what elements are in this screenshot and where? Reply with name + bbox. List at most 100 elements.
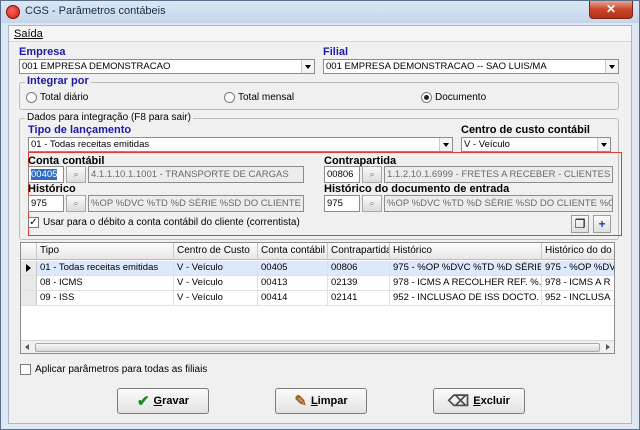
tipo-combo[interactable]: 01 - Todas receitas emitidas	[28, 137, 453, 152]
binoculars-icon: ⌕	[369, 169, 375, 179]
binoculars-icon: ⌕	[73, 198, 79, 208]
limpar-button[interactable]: ✎ Limpar	[275, 388, 367, 414]
copy-icon: ❐	[574, 217, 586, 231]
radio-documento[interactable]	[421, 92, 432, 103]
copy-button[interactable]: ❐	[571, 215, 589, 233]
table-cell: V - Veículo	[174, 261, 258, 276]
table-row[interactable]: 08 - ICMS V - Veículo 00413 02139 978 - …	[21, 276, 614, 291]
usar-debito-checkbox[interactable]: ✓	[28, 217, 39, 228]
contrapartida-search-button[interactable]: ⌕	[362, 166, 382, 183]
app-logo-icon	[6, 5, 20, 19]
conta-code-input[interactable]: 00405	[28, 166, 64, 183]
binoculars-icon: ⌕	[73, 169, 79, 179]
parameters-grid[interactable]: Tipo Centro de Custo Conta contábil Cont…	[20, 242, 615, 354]
historico-doc-code-input[interactable]: 975	[324, 195, 360, 212]
empresa-combo[interactable]: 001 EMPRESA DEMONSTRACAO	[19, 59, 315, 74]
table-row[interactable]: 01 - Todas receitas emitidas V - Veículo…	[21, 261, 614, 276]
broom-icon: ✎	[294, 393, 307, 410]
integrar-por-title: Integrar por	[25, 75, 91, 87]
contrapartida-desc: 1.1.2.10.1.6999 - FRETES A RECEBER - CLI…	[384, 166, 613, 183]
radio-documento-label: Documento	[435, 92, 487, 103]
radio-total-mensal[interactable]	[224, 92, 235, 103]
grid-indicator-header	[21, 243, 37, 260]
contrapartida-code-input[interactable]: 00806	[324, 166, 360, 183]
window-title: CGS - Parâmetros contábeis	[25, 5, 166, 17]
table-cell: 02141	[328, 291, 390, 306]
gravar-button[interactable]: ✔ Gravar	[117, 388, 209, 414]
dados-title: Dados para integração (F8 para sair)	[25, 112, 193, 123]
conta-search-button[interactable]: ⌕	[66, 166, 86, 183]
radio-total-diario-label: Total diário	[40, 92, 89, 103]
table-cell: 02139	[328, 276, 390, 291]
historico-doc-search-button[interactable]: ⌕	[362, 195, 382, 212]
column-header[interactable]: Tipo	[37, 243, 174, 260]
excluir-button[interactable]: ⌫ Excluir	[433, 388, 525, 414]
chevron-down-icon[interactable]	[439, 138, 452, 151]
filial-label: Filial	[323, 46, 349, 58]
radio-total-mensal-label: Total mensal	[238, 92, 295, 103]
aplicar-checkbox[interactable]	[20, 364, 31, 375]
menu-saida[interactable]: Saída	[14, 28, 43, 40]
add-icon: +	[598, 217, 606, 231]
historico-doc-label: Histórico do documento de entrada	[324, 183, 510, 195]
gravar-label: Gravar	[153, 395, 190, 407]
table-cell: 08 - ICMS	[37, 276, 174, 291]
centro-combo[interactable]: V - Veículo	[461, 137, 611, 152]
table-row[interactable]: 09 - ISS V - Veículo 00414 02141 952 - I…	[21, 291, 614, 306]
table-cell: 978 - ICMS A RECOLHER REF. %...	[390, 276, 542, 291]
column-header[interactable]: Histórico do do	[542, 243, 614, 260]
table-cell: 01 - Todas receitas emitidas	[37, 261, 174, 276]
close-button[interactable]: ✕	[589, 1, 633, 19]
column-header[interactable]: Histórico	[390, 243, 542, 260]
historico-desc: %OP %DVC %TD %D SÉRIE %SD DO CLIENTE %CF	[88, 195, 304, 212]
chevron-down-icon[interactable]	[301, 60, 314, 73]
grid-header: Tipo Centro de Custo Conta contábil Cont…	[21, 243, 614, 260]
scroll-right-icon[interactable]	[606, 344, 610, 350]
table-cell: 978 - ICMS A R	[542, 276, 614, 291]
table-cell: 00806	[328, 261, 390, 276]
centro-label: Centro de custo contábil	[461, 124, 590, 136]
scroll-thumb[interactable]	[35, 343, 600, 352]
historico-search-button[interactable]: ⌕	[66, 195, 86, 212]
table-cell: 00414	[258, 291, 328, 306]
centro-value: V - Veículo	[464, 139, 510, 150]
table-cell: V - Veículo	[174, 276, 258, 291]
column-header[interactable]: Centro de Custo	[174, 243, 258, 260]
historico-doc-desc: %OP %DVC %TD %D SÉRIE %SD DO CLIENTE %CF	[384, 195, 613, 212]
tipo-value: 01 - Todas receitas emitidas	[31, 139, 150, 150]
binoculars-icon: ⌕	[369, 198, 375, 208]
table-cell: 952 - INCLUSAO DE ISS DOCTO. ...	[390, 291, 542, 306]
empresa-value: 001 EMPRESA DEMONSTRACAO	[22, 61, 171, 72]
check-icon: ✔	[136, 393, 150, 410]
tipo-label: Tipo de lançamento	[28, 124, 132, 136]
table-cell: 952 - INCLUSA	[542, 291, 614, 306]
table-cell: 975 - %OP %DV	[542, 261, 614, 276]
row-indicator	[21, 276, 37, 291]
column-header[interactable]: Conta contábil	[258, 243, 328, 260]
main-window: CGS - Parâmetros contábeis ✕ Saída Empre…	[0, 0, 640, 430]
historico-code-input[interactable]: 975	[28, 195, 64, 212]
chevron-down-icon[interactable]	[597, 138, 610, 151]
table-cell: 00405	[258, 261, 328, 276]
client-area: Saída Empresa 001 EMPRESA DEMONSTRACAO F…	[8, 25, 632, 424]
aplicar-label: Aplicar parâmetros para todas as filiais	[35, 364, 208, 375]
title-bar: CGS - Parâmetros contábeis ✕	[1, 1, 639, 23]
empresa-label: Empresa	[19, 46, 66, 58]
table-cell: 09 - ISS	[37, 291, 174, 306]
historico-label: Histórico	[28, 183, 76, 195]
scroll-left-icon[interactable]	[25, 344, 29, 350]
horizontal-scrollbar[interactable]	[21, 340, 614, 353]
row-indicator	[21, 291, 37, 306]
radio-total-diario[interactable]	[26, 92, 37, 103]
menu-bar: Saída	[9, 26, 631, 42]
excluir-label: Excluir	[473, 395, 510, 407]
filial-value: 001 EMPRESA DEMONSTRACAO -- SAO LUIS/MA	[326, 61, 547, 72]
filial-combo[interactable]: 001 EMPRESA DEMONSTRACAO -- SAO LUIS/MA	[323, 59, 619, 74]
row-indicator	[21, 261, 37, 276]
column-header[interactable]: Contrapartida	[328, 243, 390, 260]
table-cell: 975 - %OP %DVC %TD %D SÉRIE ...	[390, 261, 542, 276]
chevron-down-icon[interactable]	[605, 60, 618, 73]
trash-icon: ⌫	[448, 393, 470, 410]
conta-desc: 4.1.1.10.1.1001 - TRANSPORTE DE CARGAS	[88, 166, 304, 183]
add-button[interactable]: +	[593, 215, 611, 233]
